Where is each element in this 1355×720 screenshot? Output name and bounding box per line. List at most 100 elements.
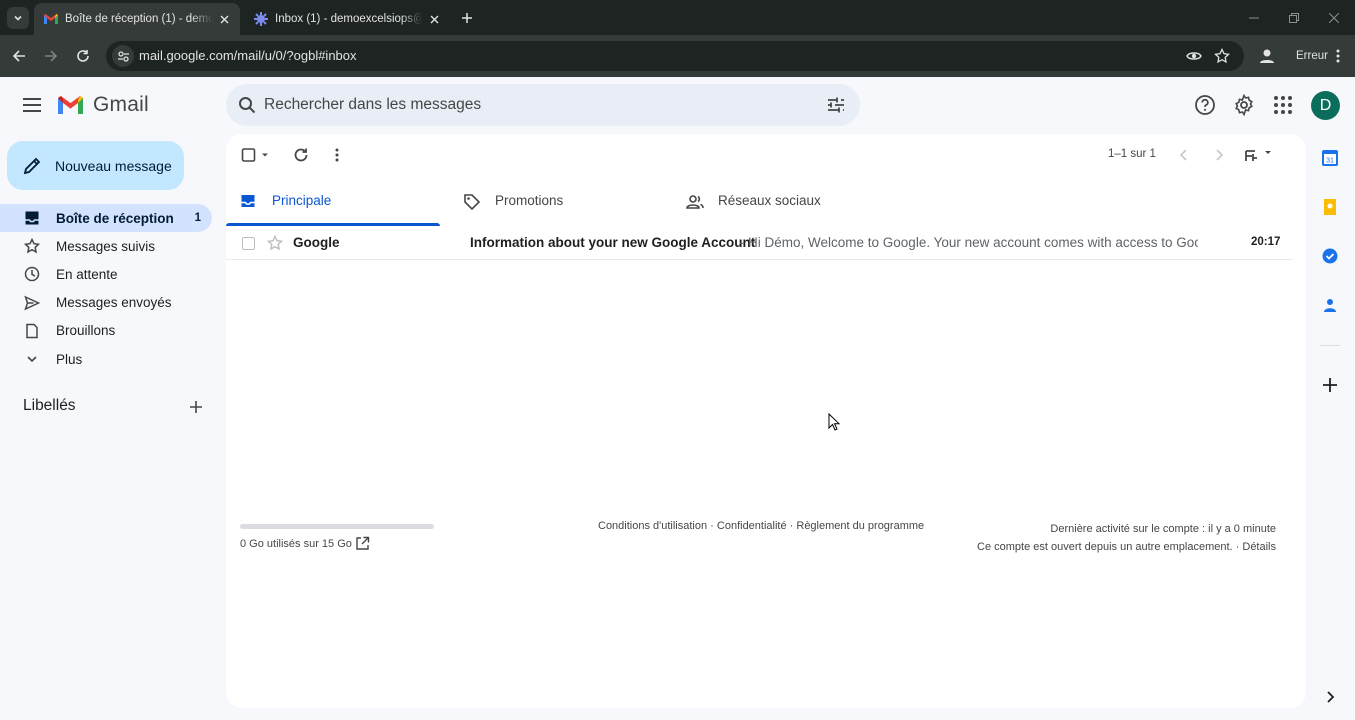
url-text: mail.google.com/mail/u/0/?ogbl#inbox bbox=[139, 48, 357, 63]
keep-icon[interactable] bbox=[1321, 198, 1339, 216]
inbox-icon bbox=[25, 211, 39, 225]
settings-gear-icon[interactable] bbox=[1233, 94, 1255, 116]
nav-item-drafts[interactable]: Brouillons bbox=[0, 317, 212, 345]
newer-page-icon[interactable] bbox=[1175, 146, 1193, 164]
search-bar bbox=[226, 84, 860, 126]
compose-button[interactable]: Nouveau message bbox=[7, 141, 184, 190]
pagination-text: 1–1 sur 1 bbox=[1108, 148, 1156, 160]
nav-label: Plus bbox=[56, 351, 83, 367]
side-panel-divider bbox=[1320, 345, 1340, 346]
nav-item-more[interactable]: Plus bbox=[0, 345, 212, 373]
tasks-icon[interactable] bbox=[1321, 247, 1339, 265]
star-icon[interactable] bbox=[267, 235, 283, 251]
activity-details[interactable]: Ce compte est ouvert depuis un autre emp… bbox=[977, 538, 1276, 556]
add-label-icon[interactable] bbox=[187, 398, 205, 416]
contacts-icon[interactable] bbox=[1321, 296, 1339, 314]
nav-item-sent[interactable]: Messages envoyés bbox=[0, 289, 212, 317]
select-all-checkbox[interactable] bbox=[241, 146, 271, 164]
close-window-button[interactable] bbox=[1325, 9, 1343, 27]
labels-heading: Libellés bbox=[23, 397, 76, 414]
email-sender: Google bbox=[293, 235, 340, 250]
account-avatar[interactable]: D bbox=[1311, 91, 1340, 120]
back-button[interactable] bbox=[8, 45, 30, 67]
minimize-icon bbox=[1249, 17, 1259, 19]
tab-label: Principale bbox=[272, 193, 332, 208]
email-row[interactable]: Google Information about your new Google… bbox=[226, 226, 1292, 260]
more-options-icon[interactable] bbox=[328, 146, 346, 164]
older-page-icon[interactable] bbox=[1210, 146, 1228, 164]
plus-icon bbox=[462, 13, 472, 23]
forward-button[interactable] bbox=[40, 45, 62, 67]
email-snippet: Hi Démo, Welcome to Google. Your new acc… bbox=[748, 235, 1198, 250]
tag-icon bbox=[464, 194, 481, 211]
nav-label: Messages suivis bbox=[56, 238, 156, 254]
close-tab-button[interactable] bbox=[426, 11, 442, 27]
input-tools-icon[interactable] bbox=[1243, 146, 1275, 164]
email-checkbox[interactable] bbox=[242, 237, 255, 250]
tune-icon bbox=[117, 50, 129, 62]
minimize-button[interactable] bbox=[1245, 9, 1263, 27]
close-tab-button[interactable] bbox=[216, 11, 232, 27]
close-icon bbox=[430, 15, 438, 23]
pencil-icon bbox=[23, 157, 41, 174]
eye-slash-icon[interactable] bbox=[1186, 48, 1202, 64]
gmail-wordmark: Gmail bbox=[93, 93, 149, 116]
gmail-icon bbox=[44, 14, 58, 24]
bookmark-star-icon[interactable] bbox=[1214, 48, 1230, 64]
nav-label: Messages envoyés bbox=[56, 295, 172, 311]
nav-label: Brouillons bbox=[56, 323, 116, 339]
browser-tab-gmail[interactable]: Boîte de réception (1) - demoexcelsiops@… bbox=[34, 3, 240, 35]
kebab-menu-icon bbox=[1336, 49, 1340, 63]
profile-error-button[interactable]: Erreur bbox=[1288, 42, 1348, 70]
inbox-icon bbox=[241, 195, 255, 207]
browser-tab-bar: Boîte de réception (1) - demoexcelsiops@… bbox=[0, 0, 1355, 35]
nav-label: Boîte de réception bbox=[56, 210, 174, 226]
add-addon-icon[interactable] bbox=[1321, 376, 1339, 394]
tab-search-button[interactable] bbox=[7, 7, 29, 29]
search-icon[interactable] bbox=[238, 96, 256, 114]
account-activity: Dernière activité sur le compte : il y a… bbox=[977, 520, 1276, 556]
nav-item-inbox[interactable]: Boîte de réception 1 bbox=[0, 204, 212, 233]
unread-count: 1 bbox=[194, 212, 201, 225]
apps-grid-icon[interactable] bbox=[1272, 94, 1294, 116]
nav-label: En attente bbox=[56, 266, 118, 282]
tab-label: Promotions bbox=[495, 193, 564, 208]
profile-error-label: Erreur bbox=[1296, 50, 1328, 62]
browser-tab-inbox[interactable]: Inbox (1) - demoexcelsiops@gmail.com bbox=[244, 3, 450, 35]
proton-icon bbox=[254, 12, 268, 26]
main-menu-icon[interactable] bbox=[20, 93, 44, 117]
search-options-icon[interactable] bbox=[826, 95, 846, 115]
clock-icon bbox=[24, 267, 40, 282]
external-link-icon[interactable] bbox=[355, 536, 370, 551]
footer-links[interactable]: Conditions d'utilisation · Confidentiali… bbox=[598, 520, 924, 532]
browser-toolbar: mail.google.com/mail/u/0/?ogbl#inbox Err… bbox=[0, 35, 1355, 77]
search-input[interactable] bbox=[264, 92, 804, 118]
profile-icon[interactable] bbox=[1258, 47, 1276, 65]
calendar-icon[interactable]: 31 bbox=[1321, 149, 1339, 167]
nav-item-starred[interactable]: Messages suivis bbox=[0, 232, 212, 260]
tab-principale[interactable]: Principale bbox=[226, 178, 440, 226]
email-time: 20:17 bbox=[1251, 236, 1281, 248]
close-icon bbox=[220, 15, 228, 23]
checkbox-icon bbox=[241, 148, 268, 162]
svg-text:31: 31 bbox=[1326, 158, 1334, 165]
chevron-right-icon[interactable] bbox=[1321, 688, 1339, 706]
site-info-button[interactable] bbox=[112, 45, 134, 67]
new-tab-button[interactable] bbox=[458, 9, 476, 27]
refresh-icon[interactable] bbox=[292, 146, 310, 164]
tab-title: Inbox (1) - demoexcelsiops@gmail.com bbox=[275, 13, 423, 25]
mouse-cursor-icon bbox=[828, 413, 840, 431]
tab-title: Boîte de réception (1) - demoexcelsiops@… bbox=[65, 13, 213, 25]
reload-button[interactable] bbox=[72, 45, 94, 67]
send-icon bbox=[24, 295, 40, 310]
restore-button[interactable] bbox=[1285, 9, 1303, 27]
tab-reseaux-sociaux[interactable]: Réseaux sociaux bbox=[672, 178, 886, 226]
address-bar[interactable]: mail.google.com/mail/u/0/?ogbl#inbox bbox=[106, 41, 1244, 71]
gmail-logo[interactable]: Gmail bbox=[56, 93, 149, 117]
storage-meter bbox=[240, 524, 434, 529]
nav-item-snoozed[interactable]: En attente bbox=[0, 260, 212, 288]
tab-promotions[interactable]: Promotions bbox=[449, 178, 663, 226]
gmail-logo-icon bbox=[58, 96, 83, 114]
people-icon bbox=[686, 195, 704, 209]
help-icon[interactable] bbox=[1194, 94, 1216, 116]
